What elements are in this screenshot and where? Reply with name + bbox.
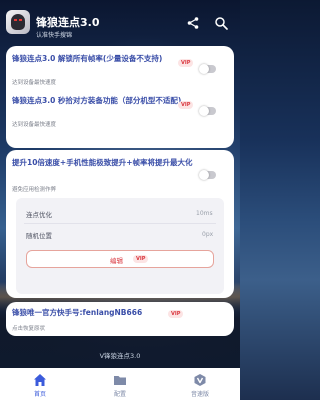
click-config-panel: 连点优化 10ms 随机位置 0px 编辑 VIP bbox=[16, 198, 224, 294]
toggle-knob bbox=[199, 170, 209, 180]
pickup-equipment-toggle[interactable] bbox=[199, 106, 216, 116]
vip-badge: VIP bbox=[178, 101, 194, 109]
official-account-title: 锋狼唯一官方快手号:fenlangNB666 bbox=[12, 308, 143, 317]
speed-boost-subtitle: 避免应用检测作弊 bbox=[12, 187, 57, 193]
nav-tab-sonic[interactable]: 音速版 bbox=[170, 368, 230, 400]
edit-button[interactable]: 编辑 VIP bbox=[26, 250, 214, 268]
avatar-mask-shape bbox=[11, 14, 25, 30]
app-avatar[interactable] bbox=[6, 10, 30, 34]
search-icon[interactable] bbox=[214, 16, 228, 30]
nav-tab-sonic-label: 音速版 bbox=[190, 391, 209, 398]
row-divider bbox=[24, 223, 216, 224]
toggle-knob bbox=[199, 106, 209, 116]
speed-boost-toggle[interactable] bbox=[199, 170, 216, 180]
bottom-navigation: 首页 配置 音速版 bbox=[0, 368, 240, 400]
official-account-subtitle: 点击恢复原状 bbox=[12, 326, 46, 332]
v-badge-icon bbox=[194, 374, 206, 386]
nav-tab-config-label: 配置 bbox=[113, 391, 126, 398]
home-icon bbox=[34, 374, 46, 386]
unlock-framerate-title: 锋狼连点3.0 解锁所有帧率(少量设备不支持) bbox=[12, 54, 163, 63]
official-account-card[interactable]: 锋狼唯一官方快手号:fenlangNB666 VIP 点击恢复原状 bbox=[6, 302, 234, 336]
vip-badge: VIP bbox=[178, 59, 194, 67]
app-subtitle: 认准快手搜锦 bbox=[36, 32, 73, 39]
unlock-framerate-toggle[interactable] bbox=[199, 64, 216, 74]
app-header: 锋狼连点3.0 认准快手搜锦 bbox=[0, 0, 240, 44]
edit-button-label: 编辑 bbox=[110, 257, 123, 265]
pickup-equipment-subtitle: 达到设备最快速度 bbox=[12, 122, 57, 128]
version-label: V锋狼连点3.0 bbox=[99, 352, 141, 360]
nav-tab-home-label: 首页 bbox=[33, 391, 46, 398]
click-optimize-label: 连点优化 bbox=[26, 211, 52, 219]
speed-boost-title: 提升10倍速度+手机性能极致提升+帧率将提升最大化 bbox=[12, 158, 193, 167]
settings-card-frame-unlock: 锋狼连点3.0 解锁所有帧率(少量设备不支持) VIP 达到设备最快速度 锋狼连… bbox=[6, 46, 234, 148]
pickup-equipment-title: 锋狼连点3.0 秒拾对方装备功能（部分机型不适配) bbox=[12, 96, 182, 105]
vip-badge: VIP bbox=[133, 255, 149, 263]
folder-icon bbox=[114, 376, 126, 385]
share-icon[interactable] bbox=[186, 16, 200, 30]
random-position-label: 随机位置 bbox=[26, 232, 52, 240]
avatar-eye-right bbox=[19, 19, 22, 21]
click-optimize-value[interactable]: 10ms bbox=[196, 210, 213, 217]
nav-tab-home[interactable]: 首页 bbox=[10, 368, 70, 400]
toggle-knob bbox=[199, 64, 209, 74]
nav-tab-config[interactable]: 配置 bbox=[90, 368, 150, 400]
avatar-eye-left bbox=[14, 19, 17, 21]
random-position-value[interactable]: 0px bbox=[202, 231, 213, 238]
unlock-framerate-subtitle: 达到设备最快速度 bbox=[12, 80, 57, 86]
app-title: 锋狼连点3.0 bbox=[36, 16, 100, 29]
vip-badge: VIP bbox=[168, 310, 184, 318]
